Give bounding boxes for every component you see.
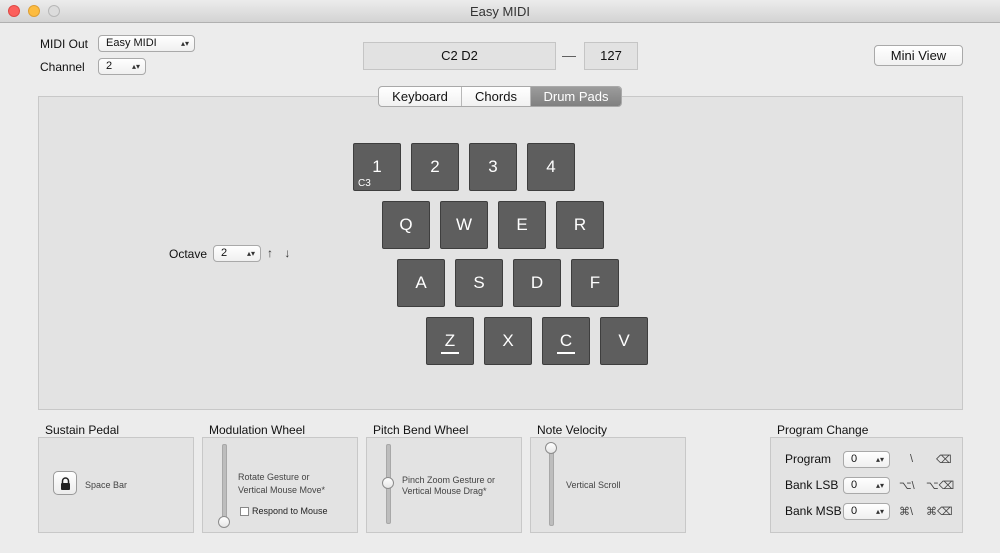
octave-value: 2 <box>221 247 228 259</box>
pitch-bend-title: Pitch Bend Wheel <box>373 423 469 437</box>
lock-icon <box>61 477 70 490</box>
drum-pad-4[interactable]: 4 <box>527 143 575 191</box>
pad-note-label: C3 <box>358 178 371 189</box>
respond-to-mouse-checkbox[interactable] <box>240 507 249 516</box>
modulation-hint-1: Rotate Gesture or <box>238 472 310 482</box>
pad-key-label: E <box>516 215 528 234</box>
window-title: Easy MIDI <box>470 4 530 19</box>
modulation-slider-track[interactable] <box>222 444 227 524</box>
tab-keyboard[interactable]: Keyboard <box>379 87 462 106</box>
pad-key-label: Z <box>444 331 456 350</box>
drum-pad-e[interactable]: E <box>498 201 546 249</box>
sustain-pedal-title: Sustain Pedal <box>45 423 120 437</box>
sustain-hint: Space Bar <box>85 480 128 490</box>
bank-msb-decrement-shortcut: ⌘\ <box>899 506 914 518</box>
pad-key-label: 2 <box>430 157 440 176</box>
modulation-slider-knob[interactable] <box>218 516 230 528</box>
drum-pad-z[interactable]: Z <box>426 317 474 365</box>
bank-msb-reset-shortcut: ⌘⌫ <box>926 506 953 518</box>
pad-key-label: 3 <box>488 157 498 176</box>
respond-to-mouse-label: Respond to Mouse <box>252 506 328 516</box>
bank-msb-select[interactable]: 0 ▴▾ <box>843 503 890 520</box>
velocity-slider-knob[interactable] <box>545 442 557 454</box>
drum-pad-s[interactable]: S <box>455 259 503 307</box>
bank-msb-value: 0 <box>851 505 858 517</box>
bank-lsb-select[interactable]: 0 ▴▾ <box>843 477 890 494</box>
pad-key-label: D <box>530 273 544 292</box>
velocity-display: 127 <box>584 42 638 70</box>
pad-key-label: 4 <box>546 157 556 176</box>
pad-key-label: Q <box>399 215 413 234</box>
channel-value: 2 <box>106 60 113 72</box>
pad-key-label: A <box>415 273 427 292</box>
popup-arrows-icon: ▴▾ <box>131 62 140 71</box>
drum-pad-c[interactable]: C <box>542 317 590 365</box>
program-label: Program <box>785 452 832 466</box>
mini-view-button[interactable]: Mini View <box>874 45 963 66</box>
pad-underline <box>441 352 459 354</box>
pad-key-label: R <box>573 215 587 234</box>
popup-arrows-icon: ▴▾ <box>180 39 189 48</box>
octave-select[interactable]: 2 ▴▾ <box>213 245 261 262</box>
midi-out-label: MIDI Out <box>40 37 89 51</box>
modulation-wheel-title: Modulation Wheel <box>209 423 306 437</box>
popup-arrows-icon: ▴▾ <box>875 455 884 464</box>
program-value: 0 <box>851 453 858 465</box>
drum-pad-v[interactable]: V <box>600 317 648 365</box>
midi-out-select[interactable]: Easy MIDI ▴▾ <box>98 35 195 52</box>
pad-key-label: X <box>502 331 514 350</box>
bank-lsb-reset-shortcut: ⌥⌫ <box>926 480 955 492</box>
tab-drum-pads[interactable]: Drum Pads <box>531 87 621 106</box>
popup-arrows-icon: ▴▾ <box>246 249 255 258</box>
pitch-bend-slider-knob[interactable] <box>382 477 394 489</box>
pad-key-label: S <box>473 273 485 292</box>
drum-pad-1[interactable]: 1 C3 <box>353 143 401 191</box>
pad-key-label: 1 <box>372 157 382 176</box>
pad-key-label: C <box>559 331 573 350</box>
view-tab-bar: Keyboard Chords Drum Pads <box>378 86 622 107</box>
modulation-hint-2: Vertical Mouse Move* <box>238 485 326 495</box>
drum-pad-2[interactable]: 2 <box>411 143 459 191</box>
drum-pad-a[interactable]: A <box>397 259 445 307</box>
program-change-title: Program Change <box>777 423 869 437</box>
pitch-bend-hint-2: Vertical Mouse Drag* <box>402 486 487 496</box>
drum-pad-x[interactable]: X <box>484 317 532 365</box>
drum-pad-d[interactable]: D <box>513 259 561 307</box>
bank-lsb-label: Bank LSB <box>785 478 839 492</box>
pad-underline <box>557 352 575 354</box>
sustain-lock-button[interactable] <box>53 471 77 495</box>
drum-pad-r[interactable]: R <box>556 201 604 249</box>
channel-select[interactable]: 2 ▴▾ <box>98 58 146 75</box>
bank-lsb-decrement-shortcut: ⌥\ <box>899 480 915 492</box>
title-bar: Easy MIDI <box>0 0 1000 23</box>
drum-pad-3[interactable]: 3 <box>469 143 517 191</box>
tab-chords[interactable]: Chords <box>462 87 531 106</box>
program-reset-shortcut: ⌫ <box>936 454 952 466</box>
channel-label: Channel <box>40 60 85 74</box>
velocity-hint: Vertical Scroll <box>566 480 621 490</box>
bank-msb-label: Bank MSB <box>785 504 842 518</box>
octave-label: Octave <box>169 247 208 261</box>
popup-arrows-icon: ▴▾ <box>875 481 884 490</box>
bank-lsb-value: 0 <box>851 479 858 491</box>
separator-dash: — <box>562 47 576 63</box>
note-velocity-title: Note Velocity <box>537 423 608 437</box>
pad-key-label: F <box>589 273 601 292</box>
program-decrement-shortcut: \ <box>910 453 914 465</box>
midi-out-value: Easy MIDI <box>106 37 157 49</box>
pad-key-label: W <box>455 215 473 234</box>
velocity-slider-track[interactable] <box>549 448 554 526</box>
notes-display: C2 D2 <box>363 42 556 70</box>
drum-pad-f[interactable]: F <box>571 259 619 307</box>
pad-key-label: V <box>618 331 630 350</box>
drum-pad-w[interactable]: W <box>440 201 488 249</box>
program-select[interactable]: 0 ▴▾ <box>843 451 890 468</box>
octave-arrow-keys: ↑ ↓ <box>267 246 295 260</box>
drum-pad-q[interactable]: Q <box>382 201 430 249</box>
popup-arrows-icon: ▴▾ <box>875 507 884 516</box>
